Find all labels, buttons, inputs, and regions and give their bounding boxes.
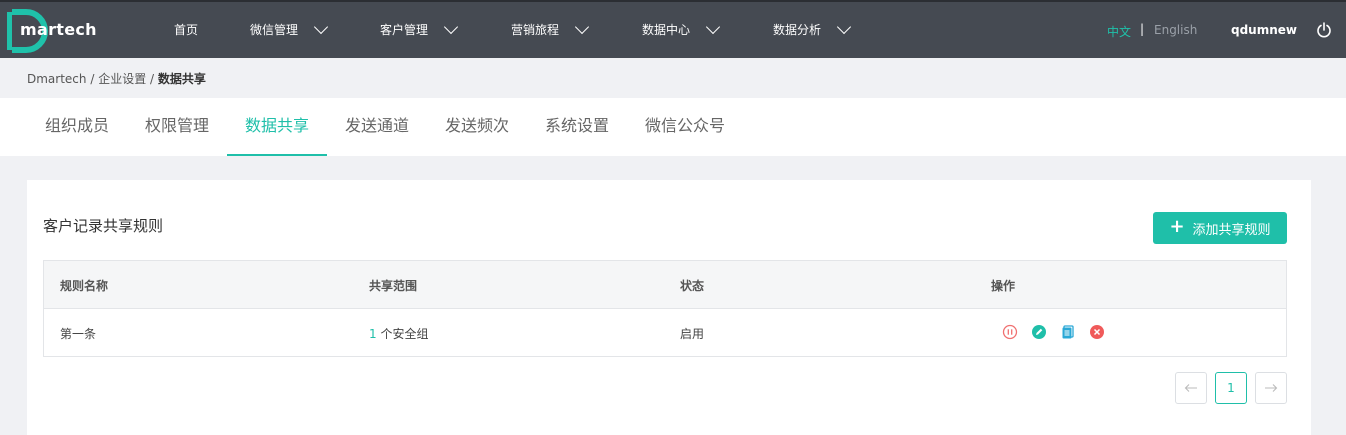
rule-scope: 1 个安全组 xyxy=(369,325,428,342)
tab-data-sharing[interactable]: 数据共享 xyxy=(227,98,327,156)
username[interactable]: qdumnew xyxy=(1231,23,1297,37)
logo-text: martech xyxy=(20,20,97,39)
breadcrumb-item-settings[interactable]: 企业设置 xyxy=(98,72,146,86)
rule-status: 启用 xyxy=(680,327,705,341)
rules-table: 规则名称 共享范围 状态 操作 第一条 1 个安全组 启用 xyxy=(43,260,1287,357)
breadcrumb-sep: / xyxy=(146,72,158,86)
col-header-actions: 操作 xyxy=(991,279,1016,293)
lang-en-link[interactable]: English xyxy=(1154,23,1197,37)
tab-org-members[interactable]: 组织成员 xyxy=(27,98,127,156)
power-icon[interactable] xyxy=(1316,22,1332,38)
card-title: 客户记录共享规则 xyxy=(43,217,164,235)
nav-item-analytics[interactable]: 数据分析 xyxy=(773,19,852,38)
rule-name: 第一条 xyxy=(60,327,97,341)
tab-send-channels[interactable]: 发送通道 xyxy=(327,98,427,156)
breadcrumb-item-current: 数据共享 xyxy=(157,72,206,86)
add-button-label: 添加共享规则 xyxy=(1192,222,1271,238)
breadcrumb-sep: / xyxy=(86,72,99,86)
nav-label: 营销旅程 xyxy=(511,23,560,37)
next-page-button[interactable] xyxy=(1255,372,1287,404)
tab-wechat-accounts[interactable]: 微信公众号 xyxy=(627,98,743,156)
add-sharing-rule-button[interactable]: + 添加共享规则 xyxy=(1153,212,1287,244)
row-actions xyxy=(1002,324,1105,340)
page-number-button[interactable]: 1 xyxy=(1215,372,1247,404)
nav-item-journey[interactable]: 营销旅程 xyxy=(511,19,590,38)
arrow-right-icon xyxy=(1265,384,1278,392)
nav-label: 微信管理 xyxy=(250,23,299,37)
sharing-rules-card: 客户记录共享规则 + 添加共享规则 规则名称 共享范围 状态 操作 第一条 1 … xyxy=(27,180,1311,435)
col-header-scope[interactable]: 共享范围 xyxy=(369,277,417,294)
col-header-status[interactable]: 状态 xyxy=(680,277,704,294)
chevron-down-icon xyxy=(574,19,590,35)
lang-zh-link[interactable]: 中文 xyxy=(1107,23,1131,40)
nav-item-data-center[interactable]: 数据中心 xyxy=(642,19,721,38)
arrow-left-icon xyxy=(1184,384,1197,392)
prev-page-button[interactable] xyxy=(1175,372,1207,404)
breadcrumb: Dmartech / 企业设置 / 数据共享 xyxy=(27,70,206,87)
edit-icon[interactable] xyxy=(1031,324,1047,340)
scope-count-link[interactable]: 1 xyxy=(369,327,377,341)
tab-bar: 组织成员 权限管理 数据共享 发送通道 发送频次 系统设置 微信公众号 xyxy=(0,98,1346,156)
nav-label: 数据分析 xyxy=(773,23,822,37)
chevron-down-icon xyxy=(443,19,459,35)
copy-icon[interactable] xyxy=(1060,324,1076,340)
nav-item-home[interactable]: 首页 xyxy=(174,21,198,38)
delete-icon[interactable] xyxy=(1089,324,1105,340)
chevron-down-icon xyxy=(836,19,852,35)
scope-text: 个安全组 xyxy=(376,327,429,341)
breadcrumb-item-root[interactable]: Dmartech xyxy=(27,72,87,86)
chevron-down-icon xyxy=(313,19,329,35)
nav-label: 首页 xyxy=(174,23,199,37)
nav-label: 数据中心 xyxy=(642,23,691,37)
nav-label: 客户管理 xyxy=(380,23,429,37)
table-row: 第一条 1 个安全组 启用 xyxy=(44,309,1286,356)
table-header: 规则名称 共享范围 状态 操作 xyxy=(44,261,1286,309)
tab-system-settings[interactable]: 系统设置 xyxy=(527,98,627,156)
logo[interactable]: martech xyxy=(4,8,124,53)
tab-permissions[interactable]: 权限管理 xyxy=(127,98,227,156)
nav-item-customers[interactable]: 客户管理 xyxy=(380,19,459,38)
plus-icon: + xyxy=(1169,216,1185,237)
top-navbar: martech 首页 微信管理 客户管理 营销旅程 数据中心 数据分析 中文 |… xyxy=(0,0,1346,58)
col-header-name[interactable]: 规则名称 xyxy=(60,277,108,294)
chevron-down-icon xyxy=(705,19,721,35)
nav-item-wechat[interactable]: 微信管理 xyxy=(250,19,329,38)
pause-icon[interactable] xyxy=(1002,324,1018,340)
lang-separator: | xyxy=(1140,22,1145,36)
tab-send-frequency[interactable]: 发送频次 xyxy=(427,98,527,156)
